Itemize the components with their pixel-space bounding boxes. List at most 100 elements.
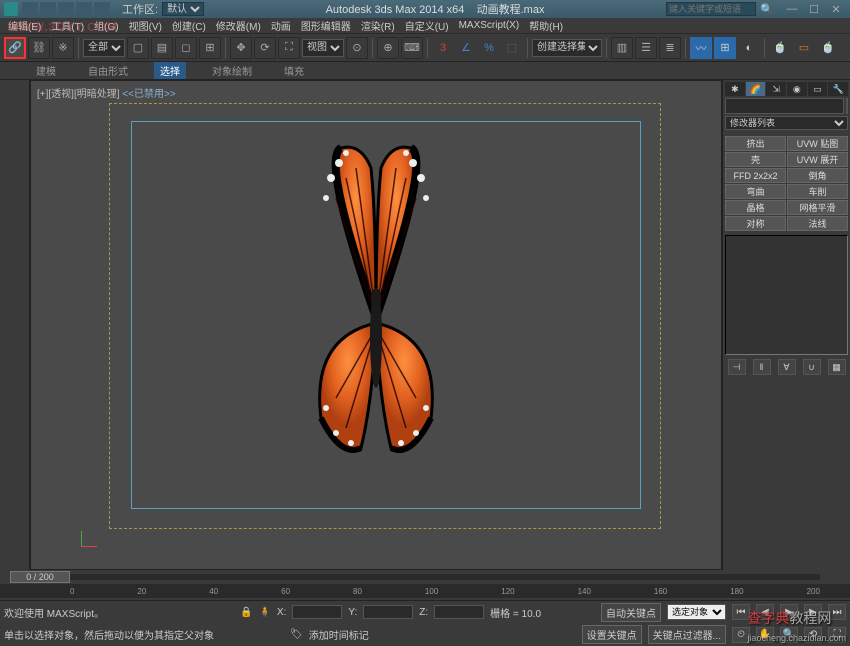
qat-undo-icon[interactable] xyxy=(76,2,92,16)
mod-uvwmap[interactable]: UVW 贴图 xyxy=(787,136,848,151)
lock-icon[interactable]: 🔒 xyxy=(240,607,252,618)
minimize-button[interactable]: — xyxy=(782,2,802,16)
time-tag-icon[interactable]: 🏷 xyxy=(290,629,303,640)
spinner-snap-button[interactable]: ⬚ xyxy=(501,37,523,59)
mod-lattice[interactable]: 晶格 xyxy=(725,200,786,215)
butterfly-model[interactable] xyxy=(251,138,501,478)
viewport[interactable]: [+][透视][明暗处理] <<已禁用>> xyxy=(30,80,722,570)
coord-display-icon[interactable]: 🧍 xyxy=(258,607,270,618)
make-unique-icon[interactable]: ∀ xyxy=(778,359,796,375)
mod-lathe[interactable]: 车削 xyxy=(787,184,848,199)
pivot-center-button[interactable]: ⊙ xyxy=(346,37,368,59)
mod-extrude[interactable]: 挤出 xyxy=(725,136,786,151)
ribbon-tab-selection[interactable]: 选择 xyxy=(154,62,186,79)
ribbon-tab-objectpaint[interactable]: 对象绘制 xyxy=(206,62,258,79)
mod-bend[interactable]: 弯曲 xyxy=(725,184,786,199)
viewport-label[interactable]: [+][透视][明暗处理] <<已禁用>> xyxy=(37,85,176,100)
menu-edit[interactable]: 编辑(E) xyxy=(4,18,45,33)
unlink-tool-button[interactable]: ⛓ xyxy=(28,37,50,59)
render-button[interactable]: 🍵 xyxy=(817,37,839,59)
ribbon-tab-freeform[interactable]: 自由形式 xyxy=(82,62,134,79)
mod-shell[interactable]: 壳 xyxy=(725,152,786,167)
link-tool-button[interactable]: 🔗 xyxy=(4,37,26,59)
pin-stack-icon[interactable]: ⊣ xyxy=(728,359,746,375)
motion-tab-icon[interactable]: ◉ xyxy=(787,82,807,96)
show-result-icon[interactable]: ‖ xyxy=(753,359,771,375)
menu-animation[interactable]: 动画 xyxy=(267,18,295,33)
autokey-button[interactable]: 自动关键点 xyxy=(601,603,661,622)
keyboard-shortcut-button[interactable]: ⌨ xyxy=(401,37,423,59)
angle-snap-button[interactable]: ∠ xyxy=(455,37,477,59)
percent-snap-button[interactable]: % xyxy=(478,37,500,59)
schematic-view-button[interactable]: ⊞ xyxy=(714,37,736,59)
qat-new-icon[interactable] xyxy=(22,2,38,16)
menu-customize[interactable]: 自定义(U) xyxy=(401,18,453,33)
key-filters-button[interactable]: 关键点过滤器... xyxy=(648,625,726,644)
selection-filter-dropdown[interactable]: 全部 xyxy=(83,39,125,57)
object-name-field[interactable] xyxy=(725,98,844,114)
move-tool-button[interactable]: ✥ xyxy=(230,37,252,59)
mod-meshsmooth[interactable]: 网格平滑 xyxy=(787,200,848,215)
mod-bevel[interactable]: 倒角 xyxy=(787,168,848,183)
named-selset-dropdown[interactable]: 创建选择集 xyxy=(532,39,602,57)
layers-button[interactable]: ≣ xyxy=(659,37,681,59)
coord-x-input[interactable] xyxy=(292,605,342,619)
select-object-button[interactable]: ▢ xyxy=(127,37,149,59)
qat-redo-icon[interactable] xyxy=(94,2,110,16)
select-name-button[interactable]: ▤ xyxy=(151,37,173,59)
mod-unwrap[interactable]: UVW 展开 xyxy=(787,152,848,167)
object-color-swatch[interactable] xyxy=(846,98,848,114)
curve-editor-button[interactable]: 〰 xyxy=(690,37,712,59)
modifier-stack[interactable] xyxy=(725,235,848,355)
mirror-button[interactable]: ▥ xyxy=(611,37,633,59)
align-button[interactable]: ☰ xyxy=(635,37,657,59)
time-slider-track[interactable]: 0 / 200 xyxy=(0,570,850,584)
snap-toggle-button[interactable]: 3 xyxy=(432,37,454,59)
manipulate-button[interactable]: ⊕ xyxy=(377,37,399,59)
scale-tool-button[interactable]: ⛶ xyxy=(278,37,300,59)
maximize-button[interactable]: ☐ xyxy=(804,2,824,16)
menu-view[interactable]: 视图(V) xyxy=(125,18,166,33)
configure-sets-icon[interactable]: ▦ xyxy=(828,359,846,375)
bind-spacewarp-button[interactable]: ※ xyxy=(52,37,74,59)
workspace-dropdown[interactable]: 默认 xyxy=(162,2,204,16)
coord-y-input[interactable] xyxy=(363,605,413,619)
menu-help[interactable]: 帮助(H) xyxy=(525,18,567,33)
menu-modifiers[interactable]: 修改器(M) xyxy=(212,18,265,33)
time-ruler[interactable]: 0 20 40 60 80 100 120 140 160 180 200 xyxy=(0,584,850,598)
menu-tools[interactable]: 工具(T) xyxy=(47,18,88,33)
mod-normal[interactable]: 法线 xyxy=(787,216,848,231)
select-region-button[interactable]: ◻ xyxy=(175,37,197,59)
render-setup-button[interactable]: 🍵 xyxy=(769,37,791,59)
ref-coord-dropdown[interactable]: 视图 xyxy=(302,39,344,57)
ribbon-tab-modeling[interactable]: 建模 xyxy=(30,62,62,79)
menu-render[interactable]: 渲染(R) xyxy=(357,18,399,33)
key-target-dropdown[interactable]: 选定对象 xyxy=(667,604,726,620)
display-tab-icon[interactable]: ▭ xyxy=(808,82,828,96)
material-editor-button[interactable]: ◐ xyxy=(738,37,760,59)
mod-symmetry[interactable]: 对称 xyxy=(725,216,786,231)
ribbon-tab-populate[interactable]: 填充 xyxy=(278,62,310,79)
modifier-list-dropdown[interactable]: 修改器列表 xyxy=(725,116,848,130)
menu-graph[interactable]: 图形编辑器 xyxy=(297,18,355,33)
search-icon[interactable]: 🔍 xyxy=(760,3,774,16)
qat-open-icon[interactable] xyxy=(40,2,56,16)
coord-z-input[interactable] xyxy=(434,605,484,619)
add-time-tag[interactable]: 添加时间标记 xyxy=(309,627,369,642)
rotate-tool-button[interactable]: ⟳ xyxy=(254,37,276,59)
window-crossing-button[interactable]: ⊞ xyxy=(199,37,221,59)
render-frame-button[interactable]: ▭ xyxy=(793,37,815,59)
modify-tab-icon[interactable]: 🌈 xyxy=(746,82,766,96)
time-slider-handle[interactable]: 0 / 200 xyxy=(10,571,70,583)
menu-create[interactable]: 创建(C) xyxy=(168,18,210,33)
close-button[interactable]: ✕ xyxy=(826,2,846,16)
setkey-button[interactable]: 设置关键点 xyxy=(582,625,642,644)
mod-ffd[interactable]: FFD 2x2x2 xyxy=(725,168,786,183)
create-tab-icon[interactable]: ✱ xyxy=(725,82,745,96)
hierarchy-tab-icon[interactable]: ⇲ xyxy=(766,82,786,96)
qat-save-icon[interactable] xyxy=(58,2,74,16)
remove-mod-icon[interactable]: ∪ xyxy=(803,359,821,375)
utilities-tab-icon[interactable]: 🔧 xyxy=(828,82,848,96)
menu-maxscript[interactable]: MAXScript(X) xyxy=(455,20,524,31)
help-search-input[interactable] xyxy=(666,2,756,16)
